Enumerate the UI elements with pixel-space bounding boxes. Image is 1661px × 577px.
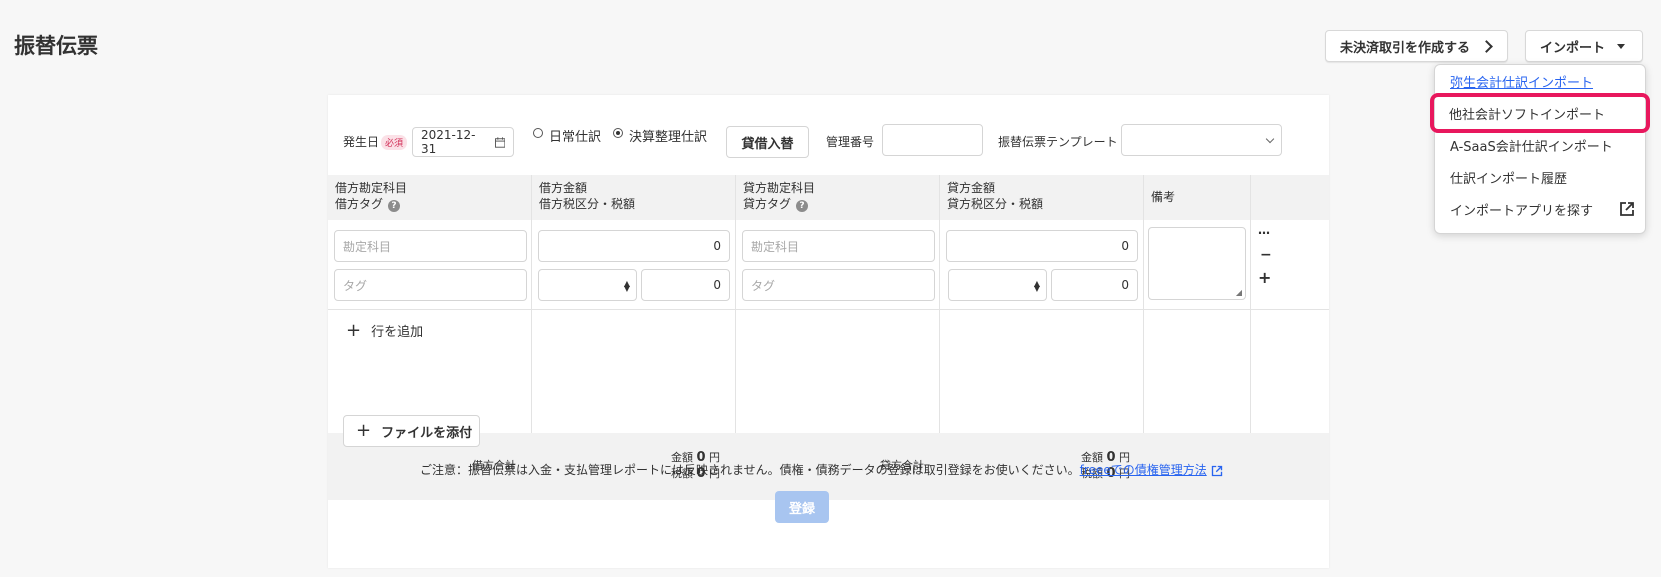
add-line-label: 行を追加 — [371, 325, 424, 340]
remove-row-icon[interactable]: − — [1260, 247, 1272, 263]
submit-button[interactable]: 登録 — [775, 491, 829, 523]
table-header: 借方勘定科目 借方タグ? 借方金額 借方税区分・税額 貸方勘定科目 貸方タグ? … — [328, 175, 1329, 220]
radio-normal-label: 日常仕訳 — [549, 130, 602, 145]
notice-text: ご注意：振替伝票は入金・支払管理レポートには反映されません。債権・債務データの登… — [420, 461, 1223, 478]
credit-amount-input[interactable]: 0 — [946, 230, 1138, 262]
add-row-icon[interactable]: + — [1258, 268, 1271, 287]
import-dropdown-button[interactable]: インポート — [1525, 30, 1643, 62]
attach-file-label: ファイルを添付 — [381, 425, 473, 441]
template-label: 振替伝票テンプレート — [998, 135, 1118, 149]
resize-handle-icon[interactable]: ◢ — [1236, 288, 1242, 297]
create-unsettled-label: 未決済取引を作成する — [1340, 40, 1471, 56]
plus-icon: + — [346, 319, 362, 341]
mgmt-number-input[interactable] — [882, 124, 983, 156]
attach-file-button[interactable]: + ファイルを添付 — [343, 415, 480, 447]
help-icon[interactable]: ? — [388, 200, 401, 212]
add-line-button[interactable]: + 行を追加 — [346, 321, 423, 340]
credit-tag-input[interactable]: タグ — [742, 269, 935, 301]
col-credit-amount: 貸方金額 貸方税区分・税額 — [947, 181, 1044, 211]
date-input[interactable]: 2021-12-31 — [412, 127, 514, 157]
import-label: インポート — [1540, 40, 1606, 56]
menu-item-asaas-import[interactable]: A-SaaS会計仕訳インポート — [1435, 129, 1645, 161]
select-arrows-icon: ▲ ▼ — [1033, 279, 1040, 293]
radio-closing-label: 決算整理仕訳 — [629, 130, 708, 145]
create-unsettled-button[interactable]: 未決済取引を作成する — [1325, 30, 1508, 62]
credit-tax-amount-input[interactable]: 0 — [1051, 269, 1138, 301]
debit-tax-category-select[interactable]: ▲ ▼ — [538, 269, 637, 301]
date-label: 発生日 必須 — [343, 133, 408, 150]
more-icon[interactable]: … — [1258, 223, 1270, 237]
help-icon[interactable]: ? — [796, 200, 809, 212]
credit-tax-category-select[interactable]: ▲ ▼ — [948, 269, 1047, 301]
date-value: 2021-12-31 — [421, 128, 476, 156]
page-title: 振替伝票 — [14, 34, 98, 58]
external-link-icon — [1620, 202, 1634, 216]
plus-icon: + — [356, 420, 372, 441]
calendar-icon — [494, 136, 505, 148]
debit-tag-input[interactable]: タグ — [334, 269, 527, 301]
row-divider — [328, 309, 1329, 310]
memo-textarea[interactable]: ◢ — [1148, 227, 1246, 300]
mgmt-number-label: 管理番号 — [826, 135, 875, 149]
menu-item-yayoi-import[interactable]: 弥生会計仕訳インポート — [1435, 65, 1645, 97]
required-badge: 必須 — [381, 135, 408, 150]
find-apps-label: インポートアプリを探す — [1450, 203, 1594, 219]
col-credit-account: 貸方勘定科目 貸方タグ? — [743, 181, 816, 212]
journal-form-card: 発生日 必須 2021-12-31 日常仕訳 決算整理仕訳 貸借入替 管理番号 振… — [328, 95, 1329, 568]
credit-account-input[interactable]: 勘定科目 — [742, 230, 935, 262]
menu-item-import-history[interactable]: 仕訳インポート履歴 — [1435, 161, 1645, 193]
select-arrows-icon: ▲ ▼ — [623, 279, 630, 293]
debit-account-input[interactable]: 勘定科目 — [334, 230, 527, 262]
external-link-icon — [1211, 465, 1222, 476]
menu-item-find-import-apps[interactable]: インポートアプリを探す — [1435, 193, 1645, 225]
radio-normal-entry[interactable] — [533, 128, 543, 138]
receivables-help-link[interactable]: freeeでの債権管理方法 — [1080, 463, 1207, 477]
debit-amount-input[interactable]: 0 — [538, 230, 730, 262]
radio-closing-entry[interactable] — [613, 128, 623, 138]
chevron-right-icon — [1480, 39, 1493, 53]
col-memo: 備考 — [1151, 190, 1176, 204]
menu-item-other-software-import[interactable]: 他社会計ソフトインポート — [1430, 93, 1650, 133]
template-select[interactable] — [1121, 124, 1282, 156]
chevron-down-icon — [1265, 134, 1275, 143]
col-debit-account: 借方勘定科目 借方タグ? — [335, 181, 408, 212]
swap-debit-credit-button[interactable]: 貸借入替 — [726, 126, 809, 158]
caret-down-icon — [1617, 43, 1626, 49]
col-debit-amount: 借方金額 借方税区分・税額 — [539, 181, 636, 211]
import-menu: 弥生会計仕訳インポート 他社会計ソフトインポート A-SaaS会計仕訳インポート… — [1430, 64, 1650, 234]
debit-tax-amount-input[interactable]: 0 — [641, 269, 730, 301]
